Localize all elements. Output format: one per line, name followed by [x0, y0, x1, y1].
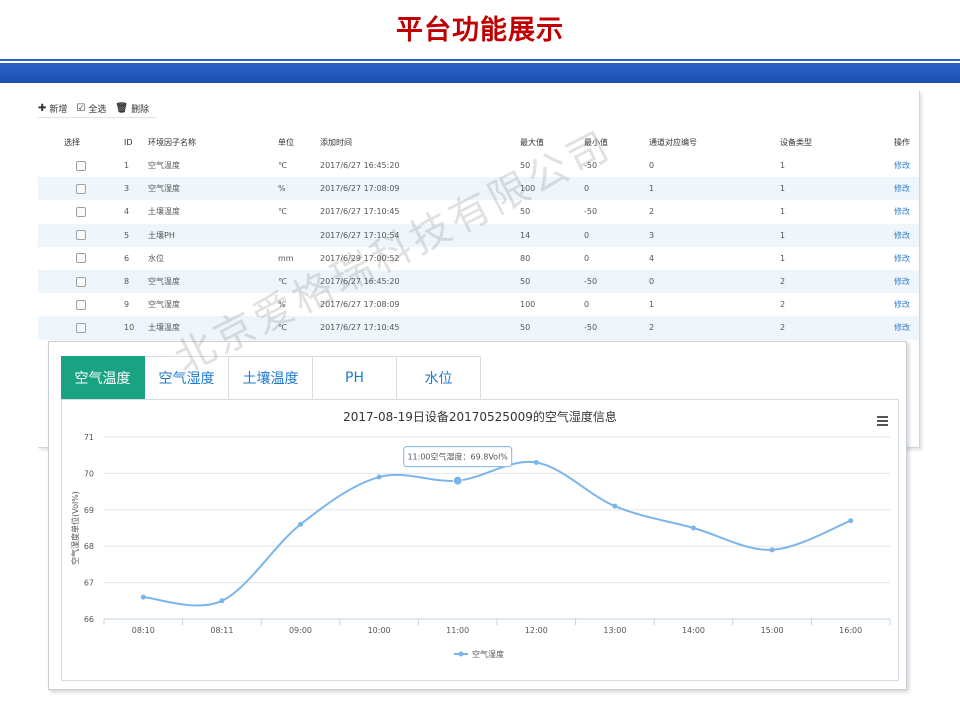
- data-point: [376, 474, 382, 480]
- x-tick-label: 10:00: [368, 626, 391, 635]
- x-tick-label: 16:00: [839, 626, 862, 635]
- data-point: [298, 521, 303, 527]
- x-tick-label: 09:00: [289, 626, 312, 635]
- y-tick-label: 66: [84, 615, 94, 624]
- humidity-line-chart: 2017-08-19日设备20170525009的空气湿度信息 66 67 68 69 7…: [70, 409, 891, 659]
- chart-title: 2017-08-19日设备20170525009的空气湿度信息: [343, 409, 617, 424]
- series-line: [143, 460, 852, 607]
- x-tick-label: 14:00: [682, 626, 705, 635]
- x-tick-label: 15:00: [761, 626, 784, 635]
- data-point: [691, 525, 696, 531]
- y-tick-label: 68: [84, 542, 94, 551]
- x-tick-label: 11:00: [446, 626, 469, 635]
- legend-label: 空气湿度: [472, 649, 504, 659]
- y-tick-label: 70: [84, 469, 94, 478]
- y-axis-label: 空气湿度单位(Vol%): [70, 491, 80, 565]
- data-point: [848, 518, 854, 524]
- x-tick-label: 08:11: [210, 626, 233, 635]
- data-point: [533, 459, 539, 465]
- data-point: [612, 503, 618, 509]
- y-tick-label: 69: [84, 506, 94, 515]
- data-point: [140, 594, 146, 600]
- x-tick-label: 13:00: [603, 626, 626, 635]
- tooltip-text: 11:00空气湿度：69.8Vol%: [407, 452, 508, 462]
- x-tick-label: 08:10: [132, 626, 155, 635]
- data-point: [219, 598, 225, 604]
- x-tick-label: 12:00: [525, 626, 548, 635]
- data-point: [769, 547, 775, 553]
- chart-menu-icon[interactable]: [877, 414, 888, 428]
- legend-marker: [458, 651, 464, 657]
- y-tick-label: 67: [84, 579, 94, 588]
- y-tick-label: 71: [84, 433, 94, 442]
- data-point: [452, 475, 463, 486]
